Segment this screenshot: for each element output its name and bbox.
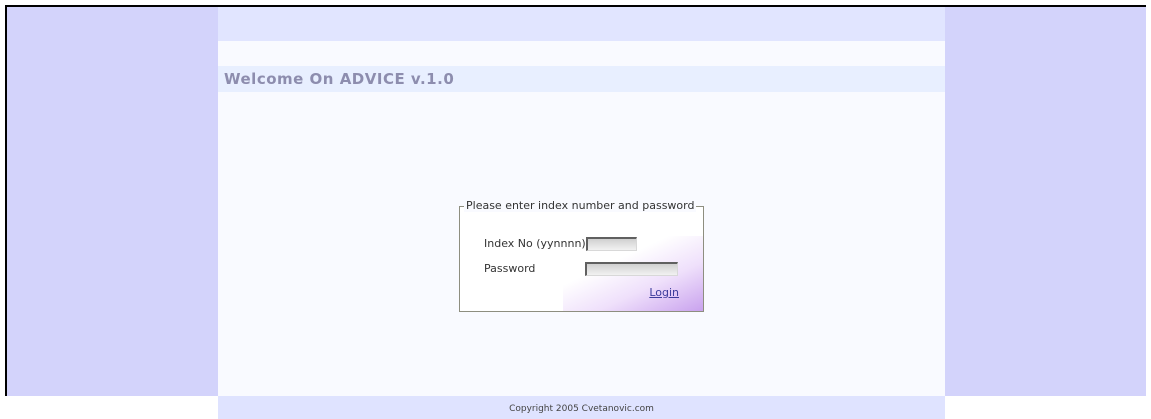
- login-legend: Please enter index number and password: [464, 199, 697, 212]
- page-title: Welcome On ADVICE v.1.0: [224, 70, 455, 88]
- login-link[interactable]: Login: [649, 286, 679, 299]
- copyright-text: Copyright 2005 Cvetanovic.com: [509, 404, 654, 414]
- login-fieldset: Please enter index number and password I…: [459, 199, 704, 312]
- password-label: Password: [484, 262, 536, 275]
- index-number-input[interactable]: [586, 237, 637, 251]
- right-side-panel: [945, 7, 1146, 396]
- title-bar: Welcome On ADVICE v.1.0: [218, 66, 945, 92]
- footer-bar: Copyright 2005 Cvetanovic.com: [218, 396, 945, 419]
- index-number-label: Index No (yynnnn): [484, 237, 586, 250]
- left-side-panel: [7, 7, 218, 396]
- password-input[interactable]: [585, 262, 678, 276]
- content-area: Welcome On ADVICE v.1.0 Please enter ind…: [218, 7, 945, 419]
- top-banner: [218, 7, 945, 41]
